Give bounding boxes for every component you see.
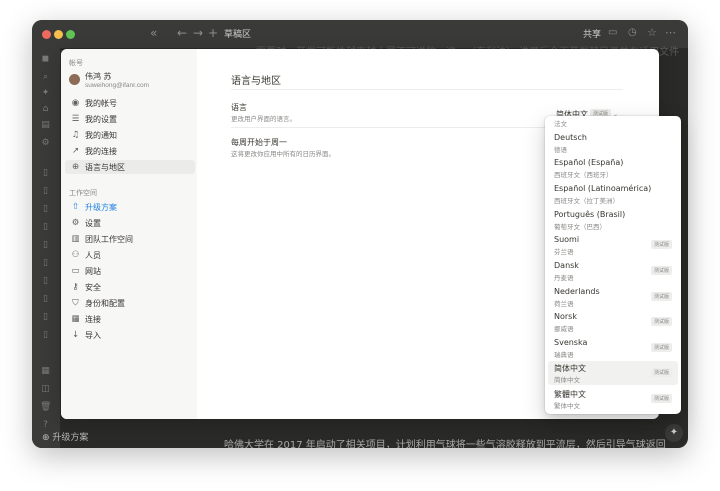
zoom-window-button[interactable] — [66, 30, 75, 39]
inbox-icon[interactable]: ▤ — [40, 120, 51, 131]
page-icon[interactable]: ▯ — [40, 240, 51, 251]
forward-arrow-icon[interactable]: → — [193, 26, 203, 40]
sidebar-item-people[interactable]: ⚇ 人员 — [65, 248, 195, 262]
settings-sidebar: 帐号 伟鸿 苏 suweihong@ifanr.com ◉ 我的帐号 ☰ 我的设… — [61, 49, 197, 419]
workspace-section-heading: 工作空间 — [69, 189, 97, 197]
beta-badge: 测试版 — [650, 368, 672, 377]
link-icon: ↗ — [71, 146, 80, 156]
account-profile: 伟鸿 苏 suweihong@ifanr.com — [69, 71, 193, 93]
dropdown-partial-option[interactable]: 法文 — [554, 118, 567, 128]
avatar — [69, 74, 80, 85]
user-circle-icon: ◉ — [71, 98, 80, 108]
language-option-simplified-chinese[interactable]: 简体中文 简体中文 测试版 — [548, 361, 678, 385]
star-icon[interactable]: ☆ — [647, 26, 657, 40]
comment-icon[interactable]: ▭ — [608, 26, 617, 40]
sidebar-item-sites[interactable]: ▭ 网站 — [65, 264, 195, 278]
settings-icon[interactable]: ⚙ — [40, 138, 51, 149]
week-start-description: 这将更改你应用中所有的日历界面。 — [231, 150, 335, 158]
globe-icon: ⊕ — [71, 162, 80, 172]
trash-icon[interactable]: 🗑 — [40, 402, 51, 413]
sidebar-item-identity[interactable]: ⛉ 身份和配置 — [65, 296, 195, 310]
more-options-icon[interactable]: ⋯ — [665, 26, 676, 40]
share-button[interactable]: 共享 — [583, 27, 601, 40]
page-icon[interactable]: ▯ — [40, 222, 51, 233]
page-icon[interactable]: ▯ — [40, 330, 51, 341]
language-option-dansk[interactable]: Dansk 丹麦语 测试版 — [548, 259, 678, 283]
language-option-deutsch[interactable]: Deutsch 德语 — [548, 131, 678, 155]
beta-badge: 测试版 — [650, 317, 672, 326]
building-icon: ▥ — [71, 234, 80, 244]
language-option-norsk[interactable]: Norsk 挪威语 测试版 — [548, 310, 678, 334]
beta-badge: 测试版 — [650, 394, 672, 403]
page-icon[interactable]: ▯ — [40, 168, 51, 179]
page-icon[interactable]: ▯ — [40, 204, 51, 215]
sidebar-item-my-connections[interactable]: ↗ 我的连接 — [65, 144, 195, 158]
page-title: 草稿区 — [224, 29, 252, 39]
grid-icon: ▦ — [71, 314, 80, 324]
sidebar-item-my-notifications[interactable]: ♫ 我的通知 — [65, 128, 195, 142]
calendar-icon[interactable]: ▦ — [40, 366, 51, 377]
language-option-suomi[interactable]: Suomi 芬兰语 测试版 — [548, 233, 678, 257]
section-title: 语言与地区 — [231, 76, 281, 87]
language-option-svenska[interactable]: Svenska 瑞典语 测试版 — [548, 336, 678, 360]
sidebar-item-settings[interactable]: ⚙ 设置 — [65, 216, 195, 230]
beta-badge: 测试版 — [650, 240, 672, 249]
close-window-button[interactable] — [42, 30, 51, 39]
ai-assistant-icon[interactable]: ✦ — [665, 424, 683, 442]
arrow-up-circle-icon: ⇧ — [71, 202, 80, 212]
page-icon[interactable]: ▯ — [40, 312, 51, 323]
key-icon: ⚷ — [72, 282, 79, 292]
shield-icon: ⛉ — [72, 298, 79, 308]
upgrade-plan-link[interactable]: ⊕ 升级方案 — [42, 430, 88, 443]
back-arrow-icon[interactable]: ← — [177, 26, 187, 40]
sidebar-item-import[interactable]: ↓ 导入 — [65, 328, 195, 342]
search-icon[interactable]: ⌕ — [40, 72, 51, 83]
language-option-portugues[interactable]: Português (Brasil) 葡萄牙文（巴西） — [548, 208, 678, 232]
language-label: 语言 — [231, 103, 247, 112]
account-section-heading: 帐号 — [69, 59, 83, 67]
background-document-text: 哈佛大学在 2017 年启动了相关项目，计划利用气球将一些气溶胶释放到平流层，然… — [224, 440, 666, 448]
beta-badge: 测试版 — [650, 292, 672, 301]
sidebar-item-my-account[interactable]: ◉ 我的帐号 — [65, 96, 195, 110]
beta-badge: 测试版 — [650, 266, 672, 275]
user-name: 伟鸿 苏 — [85, 72, 112, 81]
sidebar-item-security[interactable]: ⚷ 安全 — [65, 280, 195, 294]
language-option-espanol-latam[interactable]: Español (Latinoamérica) 西班牙文（拉丁美洲） — [548, 182, 678, 206]
ai-icon[interactable]: ✦ — [40, 88, 51, 99]
sidebar-item-connections[interactable]: ▦ 连接 — [65, 312, 195, 326]
people-icon: ⚇ — [71, 250, 80, 260]
gear-icon: ⚙ — [71, 218, 80, 228]
new-page-icon[interactable]: + — [208, 26, 218, 40]
history-icon[interactable]: ◷ — [628, 26, 637, 40]
divider — [231, 89, 623, 90]
language-dropdown-menu: 法文 Deutsch 德语 Español (España) 西班牙文（西班牙）… — [545, 116, 681, 414]
minimize-window-button[interactable] — [54, 30, 63, 39]
sidebar-item-upgrade-plan[interactable]: ⇧ 升级方案 — [65, 200, 195, 214]
workspace-sidebar: ◼ ⌕ ✦ ⌂ ▤ ⚙ ▯ ▯ ▯ ▯ ▯ ▯ ▯ ▯ ▯ ▯ ▦ ◫ 🗑 ? — [32, 48, 60, 448]
sidebar-item-my-settings[interactable]: ☰ 我的设置 — [65, 112, 195, 126]
sliders-icon: ☰ — [71, 114, 80, 124]
home-icon[interactable]: ⌂ — [40, 104, 51, 115]
language-option-traditional-chinese[interactable]: 繁體中文 繁体中文 测试版 — [548, 387, 678, 411]
download-icon: ↓ — [71, 330, 80, 340]
arrow-up-circle-icon: ⊕ — [42, 433, 50, 443]
language-select[interactable]: 简体中文 测试版 ⌄ — [556, 102, 618, 119]
sidebar-item-language-region[interactable]: ⊕ 语言与地区 — [65, 160, 195, 174]
page-icon[interactable]: ▯ — [40, 294, 51, 305]
templates-icon[interactable]: ◫ — [40, 384, 51, 395]
language-description: 更改用户界面的语言。 — [231, 115, 296, 123]
page-icon[interactable]: ▯ — [40, 276, 51, 287]
beta-badge: 测试版 — [650, 343, 672, 352]
sidebar-item-teamspaces[interactable]: ▥ 团队工作空间 — [65, 232, 195, 246]
language-option-espanol-espana[interactable]: Español (España) 西班牙文（西班牙） — [548, 156, 678, 180]
bell-icon: ♫ — [71, 130, 80, 140]
user-email: suweihong@ifanr.com — [85, 82, 150, 89]
page-icon[interactable]: ▯ — [40, 258, 51, 269]
collapse-sidebar-icon[interactable]: « — [150, 26, 157, 40]
language-option-nederlands[interactable]: Nederlands 荷兰语 测试版 — [548, 285, 678, 309]
page-icon[interactable]: ▯ — [40, 186, 51, 197]
week-start-label: 每周开始于周一 — [231, 138, 287, 147]
browser-icon: ▭ — [71, 266, 80, 276]
workspace-logo-icon[interactable]: ◼ — [40, 54, 51, 65]
